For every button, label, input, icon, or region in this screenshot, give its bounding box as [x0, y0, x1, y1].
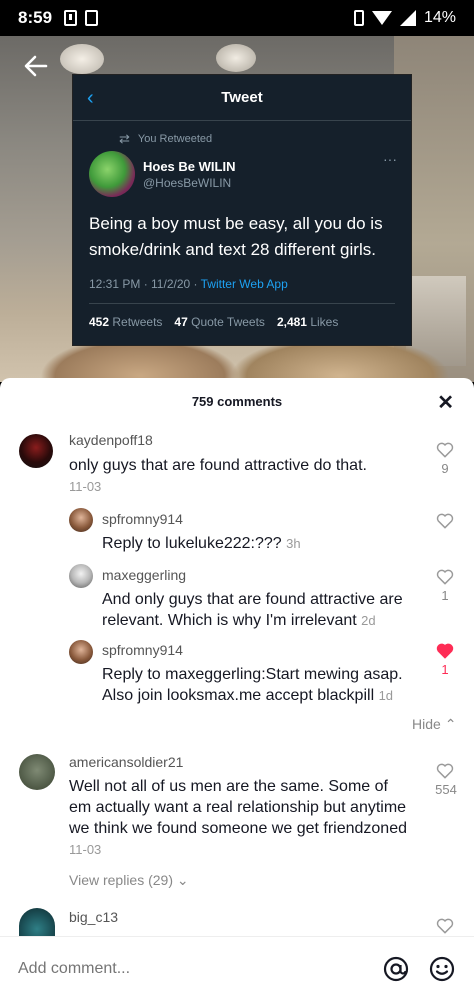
comment-username[interactable]: kaydenpoff18 [69, 432, 153, 448]
tweet-header: ‹ Tweet [73, 75, 411, 121]
tweet-body: Being a boy must be easy, all you do is … [89, 214, 383, 259]
back-arrow-icon[interactable] [22, 52, 50, 80]
comments-header: 759 comments ✕ [0, 378, 474, 424]
comment-body: Well not all of us men are the same. Som… [69, 778, 407, 837]
comment-like-count: 1 [441, 588, 449, 603]
add-comment-bar [0, 936, 474, 1000]
view-replies-button[interactable]: View replies (29) ⌄ [69, 872, 189, 889]
tweet-stats: 452 Retweets 47 Quote Tweets 2,481 Likes [73, 304, 411, 329]
retweet-icon: ⇄ [119, 131, 130, 146]
likes-label: Likes [310, 315, 339, 329]
comment-text: only guys that are found attractive do t… [69, 455, 409, 497]
avatar[interactable] [19, 434, 53, 468]
battery-percent: 14% [423, 9, 456, 26]
comment-date: 11-03 [69, 842, 102, 857]
alert-notification-icon [64, 10, 78, 26]
comments-sheet: 759 comments ✕ kaydenpoff18 only guys th… [0, 378, 474, 1000]
comment-like-count: 1 [441, 662, 449, 677]
status-bar: 8:59 14% [0, 0, 474, 36]
emoji-icon[interactable] [428, 955, 456, 983]
mention-icon[interactable] [382, 955, 410, 983]
ceiling-light [60, 44, 104, 74]
tweet-author-avatar [89, 151, 135, 197]
tweet-card: ‹ Tweet ⇄ You Retweeted Hoes Be WILIN @H… [72, 74, 412, 346]
comment-like-count: 554 [435, 782, 457, 797]
mention-link[interactable]: maxeggerling [165, 666, 261, 683]
vibrate-icon [353, 10, 364, 26]
comment-text: Reply to maxeggerling:Start mewing asap.… [102, 664, 427, 706]
chevron-up-icon: ⌃ [444, 716, 457, 732]
comment-username[interactable]: spfromny914 [102, 642, 183, 658]
quote-tweets-label: Quote Tweets [191, 315, 265, 329]
heart-icon[interactable] [435, 916, 455, 936]
comment-username[interactable]: maxeggerling [102, 567, 186, 583]
chevron-down-icon: ⌄ [176, 872, 189, 888]
comment-text: Well not all of us men are the same. Som… [69, 776, 414, 860]
retweeted-label: You Retweeted [137, 133, 213, 145]
heart-filled-icon[interactable] [435, 641, 455, 661]
quote-tweet-count: 47 [174, 315, 188, 329]
app-notification-icon [85, 10, 99, 26]
wifi-icon [371, 11, 392, 25]
heart-icon[interactable] [435, 761, 455, 781]
tweet-back-icon: ‹ [87, 87, 94, 109]
status-time: 8:59 [18, 8, 53, 27]
avatar[interactable] [19, 754, 55, 790]
comment-username[interactable]: big_c13 [69, 909, 118, 925]
reply-prefix: Reply to [102, 535, 166, 552]
more-dots-icon: ··· [383, 151, 397, 167]
notification-icons [64, 10, 99, 26]
comment-body: :??? [250, 535, 282, 552]
tweet-app: Twitter Web App [200, 277, 288, 291]
comment-date: 3h [286, 536, 301, 551]
tweet-header-title: Tweet [221, 89, 263, 106]
comment-username[interactable]: americansoldier21 [69, 754, 183, 770]
retweets-label: Retweets [112, 315, 163, 329]
comment-date: 1d [378, 688, 394, 703]
comment-username[interactable]: spfromny914 [102, 511, 183, 527]
comment-body: only guys that are found attractive do t… [69, 457, 367, 474]
cell-signal-icon [399, 10, 416, 26]
close-icon[interactable]: ✕ [437, 390, 454, 415]
comment-body: And only guys that are found attractive … [102, 591, 403, 629]
comment-date: 2d [361, 613, 376, 628]
comment-text: And only guys that are found attractive … [102, 589, 427, 631]
tweet-author-handle: @HoesBeWILIN [143, 175, 232, 190]
tweet-author-name: Hoes Be WILIN [143, 158, 236, 174]
avatar[interactable] [69, 508, 93, 532]
tweet-time: 12:31 PM · 11/2/20 · [89, 277, 201, 291]
retweeted-line: ⇄ You Retweeted [73, 121, 411, 147]
add-comment-input[interactable] [18, 959, 364, 978]
status-right: 14% [353, 9, 456, 27]
avatar[interactable] [69, 640, 93, 664]
avatar[interactable] [69, 564, 93, 588]
comment-like-count: 9 [441, 461, 449, 476]
comment-date: 11-03 [69, 479, 102, 494]
comment-text: Reply to lukeluke222:??? 3h [102, 533, 422, 554]
heart-icon[interactable] [435, 511, 455, 531]
tweet-meta: 12:31 PM · 11/2/20 · Twitter Web App [73, 263, 411, 291]
avatar[interactable] [19, 908, 55, 938]
tweet-author: Hoes Be WILIN @HoesBeWILIN ··· [73, 147, 411, 197]
view-replies-label: View replies (29) [69, 872, 174, 888]
retweet-count: 452 [89, 315, 110, 329]
hide-replies-button[interactable]: Hide ⌃ [412, 716, 456, 733]
ceiling-light [216, 44, 256, 72]
comments-count-title: 759 comments [191, 393, 283, 409]
like-count: 2,481 [276, 315, 307, 329]
mention-link[interactable]: lukeluke222 [165, 535, 250, 552]
heart-icon[interactable] [435, 567, 455, 587]
heart-icon[interactable] [435, 440, 455, 460]
reply-prefix: Reply to [102, 666, 166, 683]
hide-label: Hide [412, 716, 441, 732]
